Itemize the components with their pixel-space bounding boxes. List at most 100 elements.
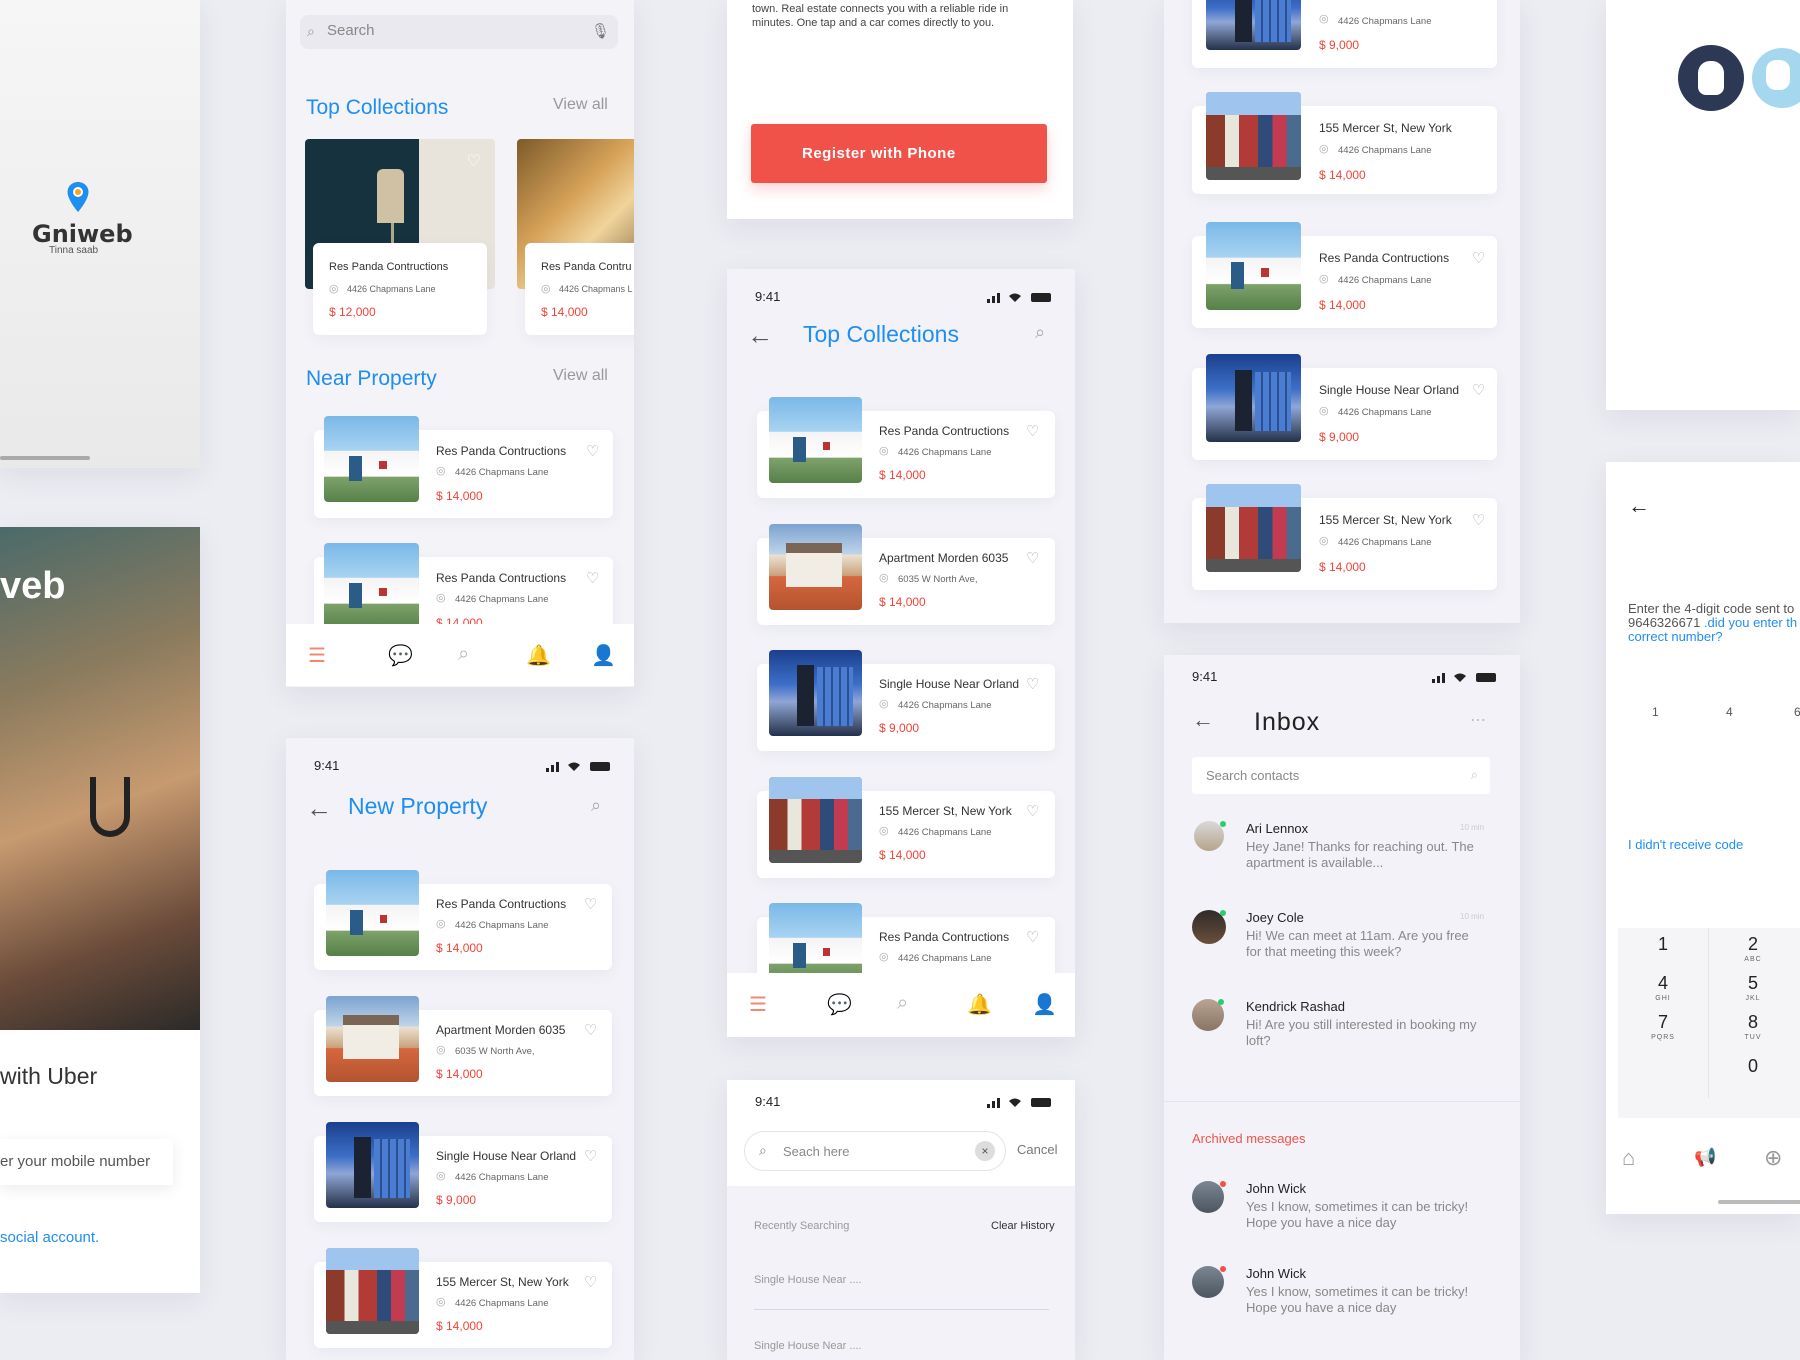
heart-icon[interactable]: ♡ bbox=[1026, 675, 1039, 693]
register-with-phone-button[interactable]: Register with Phone bbox=[751, 124, 1047, 183]
heart-icon[interactable]: ♡ bbox=[1026, 928, 1039, 946]
heart-icon[interactable]: ♡ bbox=[584, 1147, 597, 1165]
keypad-key[interactable]: 0 bbox=[1738, 1056, 1768, 1077]
heart-icon[interactable]: ♡ bbox=[586, 569, 599, 587]
keypad-key[interactable]: 5 bbox=[1738, 973, 1768, 994]
heart-icon[interactable]: ♡ bbox=[584, 1273, 597, 1291]
heart-icon[interactable]: ♡ bbox=[1472, 511, 1485, 529]
location-pin-icon: ◎ bbox=[1319, 143, 1329, 155]
message-item[interactable]: John Wick Yes I know, sometimes it can b… bbox=[1192, 1181, 1492, 1251]
back-arrow-icon[interactable]: ← bbox=[747, 322, 773, 348]
add-icon[interactable]: ⊕ bbox=[1764, 1145, 1782, 1171]
search-contacts-placeholder: Search contacts bbox=[1206, 768, 1300, 783]
property-address: 4426 Chapmans Lane bbox=[1338, 275, 1432, 286]
microphone-icon[interactable]: 🎙 bbox=[591, 22, 610, 40]
near-property-view-all[interactable]: View all bbox=[553, 367, 608, 385]
menu-icon[interactable]: ☰ bbox=[308, 643, 326, 668]
menu-icon[interactable]: ☰ bbox=[749, 992, 767, 1017]
property-card[interactable]: 155 Mercer St, New York ◎ 4426 Chapmans … bbox=[1192, 92, 1497, 194]
top-collections-view-all[interactable]: View all bbox=[553, 96, 608, 114]
property-card[interactable]: Single House Near Orland ◎ 4426 Chapmans… bbox=[757, 650, 1055, 751]
property-card[interactable]: Single House Near Orland ◎ 4426 Chapmans… bbox=[314, 1122, 612, 1222]
chat-icon[interactable]: 💬 bbox=[827, 992, 852, 1017]
wrong-number-link-2[interactable]: correct number? bbox=[1628, 629, 1723, 644]
heart-icon[interactable]: ♡ bbox=[467, 151, 481, 171]
heart-icon[interactable]: ♡ bbox=[584, 895, 597, 913]
keypad-key[interactable]: 7 bbox=[1648, 1012, 1678, 1033]
collection-card[interactable]: Res Panda Contru ◎ 4426 Chapmans L $ 14,… bbox=[517, 139, 634, 335]
home-screen: ⌕ Search 🎙 Top Collections View all ♡ Re… bbox=[286, 0, 634, 687]
heart-icon[interactable]: ♡ bbox=[1026, 422, 1039, 440]
profile-icon[interactable]: 👤 bbox=[591, 643, 616, 668]
property-card[interactable]: 155 Mercer St, New York ◎ 4426 Chapmans … bbox=[314, 1248, 612, 1348]
search-icon[interactable]: ⌕ bbox=[591, 795, 601, 816]
recently-searching-label: Recently Searching bbox=[754, 1220, 850, 1232]
property-image bbox=[324, 416, 419, 502]
property-card[interactable]: Res Panda Contructions ◎ 4426 Chapmans L… bbox=[314, 416, 613, 518]
more-options-icon[interactable]: ⋯ bbox=[1470, 710, 1486, 730]
property-card[interactable]: Single House Near Orland ◎ 4426 Chapmans… bbox=[1192, 354, 1497, 460]
property-title: Res Panda Contructions bbox=[879, 930, 1010, 944]
heart-icon[interactable]: ♡ bbox=[1026, 549, 1039, 567]
collection-card[interactable]: ♡ Res Panda Contructions ◎ 4426 Chapmans… bbox=[305, 139, 495, 335]
back-arrow-icon[interactable]: ← bbox=[1192, 709, 1214, 731]
property-card[interactable]: 155 Mercer St, New York ◎ 4426 Chapmans … bbox=[1192, 484, 1497, 590]
clear-history-button[interactable]: Clear History bbox=[991, 1220, 1055, 1232]
heart-icon[interactable]: ♡ bbox=[1472, 381, 1485, 399]
mobile-number-field[interactable]: er your mobile number bbox=[0, 1139, 173, 1185]
wrong-number-link[interactable]: .did you enter th bbox=[1700, 615, 1797, 630]
search-nav-icon[interactable]: ⌕ bbox=[458, 643, 469, 666]
message-item[interactable]: John Wick Yes I know, sometimes it can b… bbox=[1192, 1266, 1492, 1336]
archived-messages-label: Archived messages bbox=[1192, 1131, 1306, 1146]
property-card[interactable]: Apartment Morden 6035 ◎ 6035 W North Ave… bbox=[314, 996, 612, 1096]
back-arrow-icon[interactable]: ← bbox=[306, 795, 332, 821]
code-digit[interactable]: 6 bbox=[1794, 705, 1800, 719]
back-arrow-icon[interactable]: ← bbox=[1628, 495, 1650, 517]
property-card[interactable]: Res Panda Contructions ◎ 4426 Chapmans L… bbox=[314, 870, 612, 970]
brand-logo: Gniweb bbox=[32, 220, 133, 248]
property-card[interactable]: 155 Mercer St, New York ◎ 4426 Chapmans … bbox=[757, 777, 1055, 878]
avatar[interactable] bbox=[1678, 45, 1744, 111]
chat-icon[interactable]: 💬 bbox=[388, 643, 413, 668]
heart-icon[interactable]: ♡ bbox=[1472, 249, 1485, 267]
search-field[interactable]: ⌕ Seach here × bbox=[744, 1131, 1006, 1171]
megaphone-icon[interactable]: 📢 bbox=[1694, 1147, 1716, 1168]
search-bar[interactable]: ⌕ Search 🎙 bbox=[300, 15, 618, 49]
history-item[interactable]: Single House Near .... bbox=[754, 1340, 862, 1352]
property-card[interactable]: ◎ 4426 Chapmans Lane $ 9,000 bbox=[1192, 0, 1497, 68]
history-item[interactable]: Single House Near .... bbox=[754, 1274, 862, 1286]
heart-icon[interactable]: ♡ bbox=[586, 442, 599, 460]
bell-icon[interactable]: 🔔 bbox=[526, 643, 551, 668]
cancel-button[interactable]: Cancel bbox=[1017, 1142, 1057, 1157]
search-icon[interactable]: ⌕ bbox=[1035, 322, 1045, 343]
keypad-key[interactable]: 2 bbox=[1738, 934, 1768, 955]
location-pin-icon: ◎ bbox=[436, 1296, 446, 1308]
property-card[interactable]: Res Panda Contructions ◎ 4426 Chapmans L… bbox=[757, 397, 1055, 498]
message-item[interactable]: Kendrick Rashad Hi! Are you still intere… bbox=[1192, 999, 1492, 1069]
property-card[interactable]: Res Panda Contructions ◎ 4426 Chapmans L… bbox=[1192, 222, 1497, 328]
bottom-nav: ☰ 💬 ⌕ 🔔 👤 bbox=[727, 973, 1075, 1037]
code-digit[interactable]: 4 bbox=[1726, 705, 1733, 719]
contact-name: John Wick bbox=[1246, 1266, 1306, 1281]
property-card[interactable]: Apartment Morden 6035 ◎ 6035 W North Ave… bbox=[757, 524, 1055, 625]
property-price: $ 9,000 bbox=[1319, 430, 1360, 444]
location-pin-icon: ◎ bbox=[436, 918, 446, 930]
message-item[interactable]: Joey Cole 10 min Hi! We can meet at 11am… bbox=[1192, 910, 1492, 980]
profile-icon[interactable]: 👤 bbox=[1032, 992, 1057, 1017]
avatar[interactable] bbox=[1752, 48, 1800, 108]
social-account-link[interactable]: social account. bbox=[0, 1229, 99, 1246]
code-digit[interactable]: 1 bbox=[1652, 705, 1659, 719]
property-address: 6035 W North Ave, bbox=[455, 1046, 535, 1057]
keypad-key[interactable]: 8 bbox=[1738, 1012, 1768, 1033]
clear-icon[interactable]: × bbox=[975, 1141, 995, 1161]
heart-icon[interactable]: ♡ bbox=[584, 1021, 597, 1039]
home-icon[interactable]: ⌂ bbox=[1622, 1145, 1635, 1171]
keypad-key[interactable]: 4 bbox=[1648, 973, 1678, 994]
search-nav-icon[interactable]: ⌕ bbox=[897, 992, 908, 1015]
keypad-key[interactable]: 1 bbox=[1648, 934, 1678, 955]
resend-code-link[interactable]: I didn't receive code bbox=[1628, 837, 1743, 852]
heart-icon[interactable]: ♡ bbox=[1026, 802, 1039, 820]
message-item[interactable]: Ari Lennox 10 min Hey Jane! Thanks for r… bbox=[1192, 821, 1492, 891]
bell-icon[interactable]: 🔔 bbox=[967, 992, 992, 1017]
search-contacts-field[interactable]: Search contacts ⌕ bbox=[1192, 757, 1490, 794]
